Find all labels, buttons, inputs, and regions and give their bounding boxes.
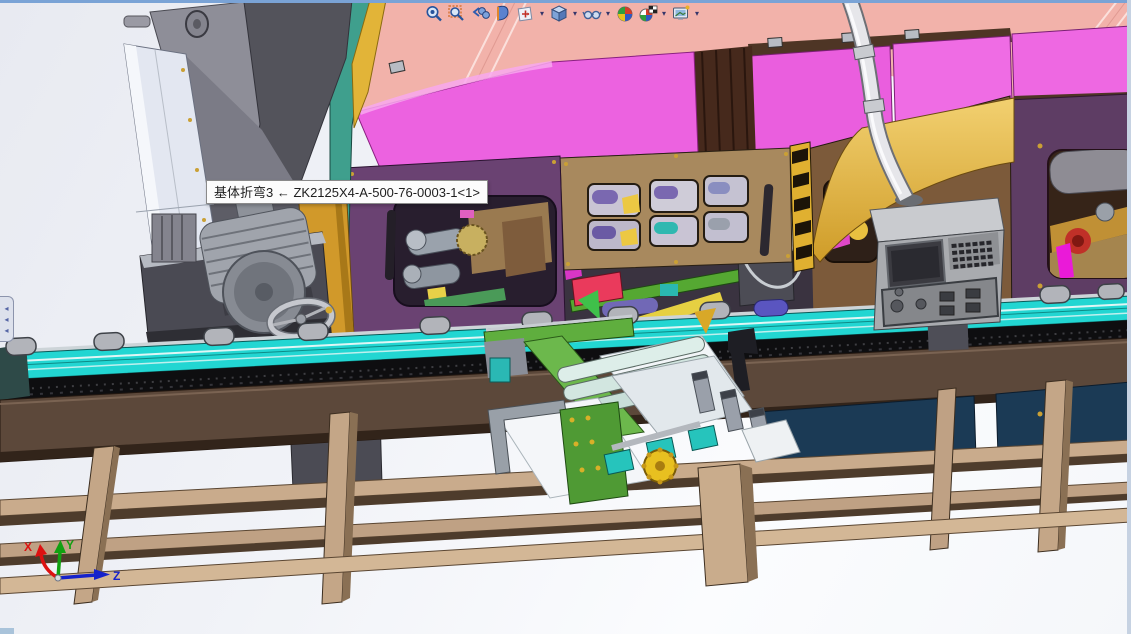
edit-appearance-icon[interactable] [614,3,635,24]
window-corner-chip [0,628,14,634]
assembly-render[interactable] [0,0,1131,634]
heads-up-view-toolbar[interactable]: ▾ ▾ ▾ ▾ ▾ [423,3,701,24]
cad-graphics-area[interactable]: ▾ ▾ ▾ ▾ ▾ 基体折弯3 ← ZK2125X4-A-500-76-0003… [0,0,1131,634]
previous-view-icon[interactable] [469,3,490,24]
collapse-arrow-icon: ◂ [4,325,8,336]
chevron-down-icon[interactable]: ▾ [538,3,546,24]
view-settings-icon[interactable] [670,3,691,24]
coordinate-triad: Z Y X [16,538,126,600]
window-right-edge [1127,0,1131,634]
apply-scene-icon[interactable] [637,3,658,24]
x-axis-arrow [41,555,58,578]
x-axis-label: X [24,540,32,554]
view-orientation-icon[interactable] [515,3,536,24]
display-style-icon[interactable] [548,3,569,24]
y-axis-label: Y [66,538,74,552]
panel-knob [891,300,903,312]
chevron-down-icon[interactable]: ▾ [693,3,701,24]
chevron-down-icon[interactable]: ▾ [604,3,612,24]
collapse-arrow-icon: ◂ [4,303,8,314]
window-top-edge [0,0,1131,3]
panel-knob [916,299,926,309]
zoom-to-area-icon[interactable] [446,3,467,24]
chevron-down-icon[interactable]: ▾ [660,3,668,24]
hazard-stripe [790,142,814,272]
hide-show-items-icon[interactable] [581,3,602,24]
zoom-to-fit-icon[interactable] [423,3,444,24]
collapse-arrow-icon: ◂ [4,314,8,325]
collapsed-panel-tab[interactable]: ◂ ◂ ◂ [0,296,14,342]
center-roof-slats[interactable] [690,46,756,160]
z-axis-arrow [94,569,110,580]
y-axis-arrow [54,540,66,553]
selection-tooltip: 基体折弯3 ← ZK2125X4-A-500-76-0003-1<1> [206,180,488,204]
chevron-down-icon[interactable]: ▾ [571,3,579,24]
center-tan-panel[interactable] [560,148,792,270]
section-view-icon[interactable] [492,3,513,24]
z-axis-label: Z [113,569,120,583]
